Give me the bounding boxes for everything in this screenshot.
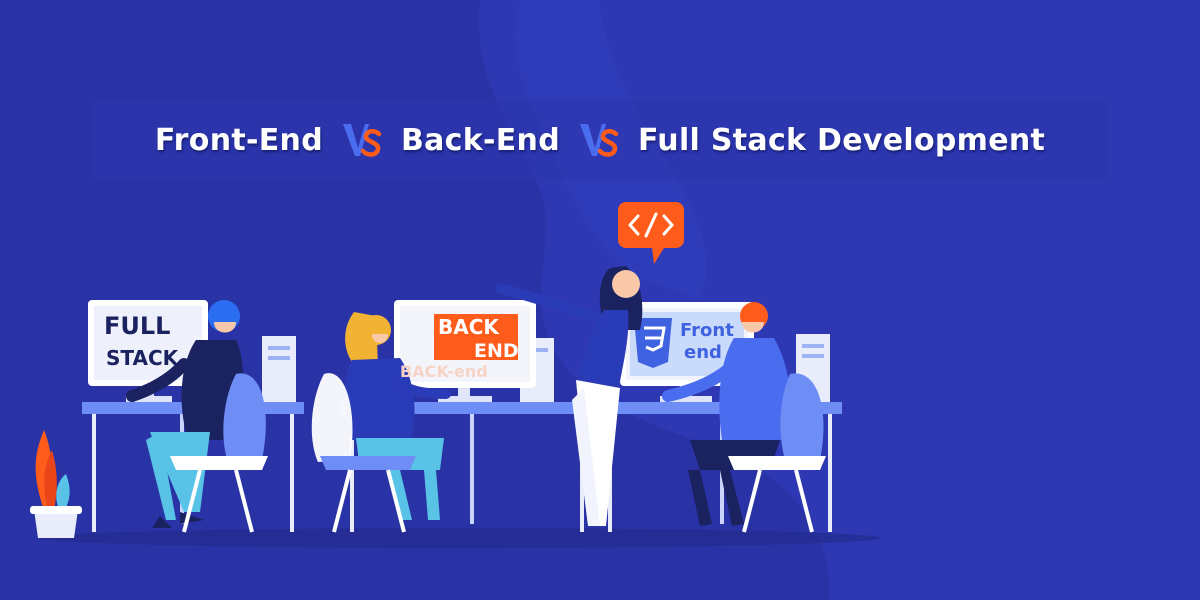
pc-tower-left xyxy=(262,336,296,402)
office-illustration xyxy=(30,202,842,538)
screen-middle-caption: BACK-end xyxy=(400,362,488,381)
screen-right-line2: end xyxy=(684,342,722,363)
screen-right-line1: Front xyxy=(680,320,734,341)
screen-left-line1: FULL xyxy=(104,312,171,340)
screen-middle-line2: END xyxy=(474,340,519,362)
banner: Front-End Back-End Full Stack Developmen… xyxy=(0,0,1200,600)
code-brackets-icon xyxy=(618,202,684,264)
screen-left-line2: STACK xyxy=(106,346,179,370)
screen-middle-line1: BACK xyxy=(438,315,499,339)
potted-plant xyxy=(30,430,82,538)
